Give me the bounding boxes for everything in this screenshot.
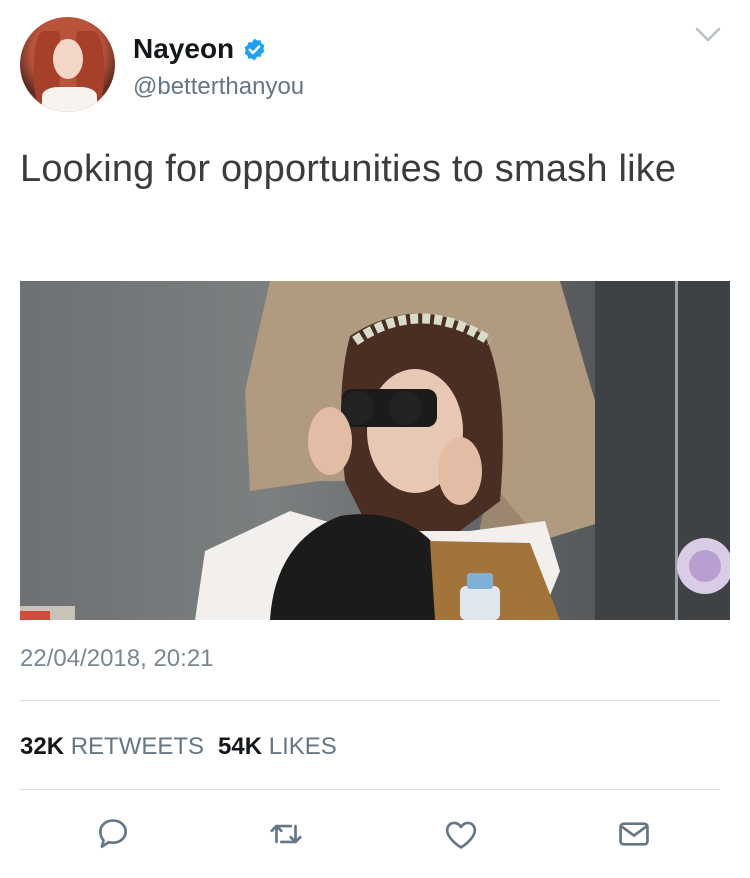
tweet-stats: 32K RETWEETS 54K LIKES bbox=[20, 733, 337, 761]
retweets-stat[interactable]: 32K RETWEETS bbox=[20, 733, 204, 761]
retweet-icon bbox=[270, 824, 302, 844]
author-name-row[interactable]: Nayeon bbox=[133, 33, 267, 65]
likes-stat[interactable]: 54K LIKES bbox=[218, 733, 337, 761]
photo-illustration bbox=[20, 281, 730, 620]
retweet-button[interactable] bbox=[264, 812, 308, 856]
likes-count: 54K bbox=[218, 733, 263, 760]
verified-badge-icon bbox=[244, 38, 265, 60]
retweets-count: 32K bbox=[20, 733, 65, 760]
like-icon bbox=[445, 821, 477, 849]
action-bar bbox=[0, 812, 750, 856]
like-button[interactable] bbox=[439, 812, 483, 856]
reply-button[interactable] bbox=[91, 812, 135, 856]
divider-top bbox=[20, 700, 720, 701]
message-button[interactable] bbox=[612, 812, 656, 856]
author-handle[interactable]: @betterthanyou bbox=[133, 73, 304, 101]
avatar-face bbox=[53, 39, 83, 79]
avatar[interactable] bbox=[20, 17, 115, 112]
message-icon bbox=[619, 822, 649, 846]
avatar-shirt bbox=[42, 87, 97, 112]
likes-label: LIKES bbox=[268, 733, 337, 760]
reply-icon bbox=[98, 819, 128, 849]
chevron-down-icon[interactable] bbox=[695, 26, 721, 44]
divider-bottom bbox=[20, 789, 720, 790]
retweets-label: RETWEETS bbox=[70, 733, 205, 760]
tweet-timestamp[interactable]: 22/04/2018, 20:21 bbox=[20, 645, 214, 673]
author-name[interactable]: Nayeon bbox=[133, 33, 234, 65]
tweet-text: Looking for opportunities to smash like bbox=[20, 148, 677, 190]
tweet-media-photo[interactable] bbox=[20, 281, 730, 620]
